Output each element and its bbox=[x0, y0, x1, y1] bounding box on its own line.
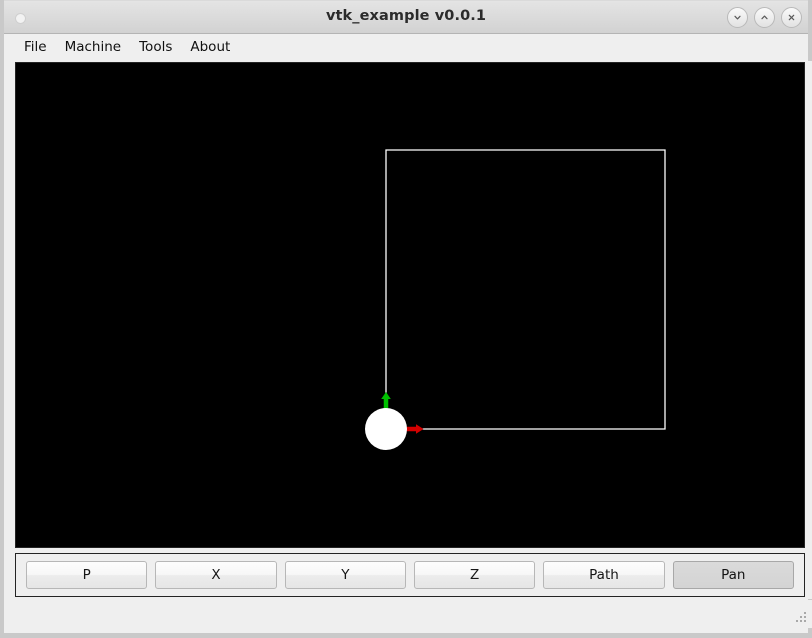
vtk-render-viewport[interactable] bbox=[16, 63, 804, 547]
menu-item-about[interactable]: About bbox=[181, 37, 239, 58]
tool-position-marker bbox=[365, 408, 407, 450]
menu-item-tools[interactable]: Tools bbox=[130, 37, 181, 58]
application-window: vtk_example v0.0.1 File Machine Tools Ab… bbox=[0, 0, 812, 638]
view-button-row: P X Y Z Path Pan bbox=[16, 554, 804, 596]
view-button-panel: P X Y Z Path Pan bbox=[15, 553, 805, 597]
title-bar[interactable]: vtk_example v0.0.1 bbox=[4, 0, 808, 34]
menu-bar: File Machine Tools About bbox=[4, 34, 808, 61]
view-button-z[interactable]: Z bbox=[413, 561, 536, 589]
maximize-button[interactable] bbox=[754, 7, 775, 28]
status-bar bbox=[8, 600, 812, 628]
window-controls bbox=[727, 7, 802, 28]
view-button-y[interactable]: Y bbox=[284, 561, 406, 589]
scene-graphics bbox=[16, 63, 804, 547]
window-title: vtk_example v0.0.1 bbox=[325, 8, 487, 24]
resize-grip[interactable] bbox=[794, 610, 809, 625]
view-button-pan[interactable]: Pan bbox=[672, 561, 794, 589]
view-button-path[interactable]: Path bbox=[543, 561, 665, 589]
view-button-x[interactable]: X bbox=[155, 561, 277, 589]
minimize-button[interactable] bbox=[727, 7, 748, 28]
central-area: P X Y Z Path Pan bbox=[8, 61, 812, 599]
close-button[interactable] bbox=[781, 7, 802, 28]
menu-item-machine[interactable]: Machine bbox=[56, 37, 131, 58]
viewport-frame bbox=[15, 62, 805, 548]
view-button-p[interactable]: P bbox=[26, 561, 148, 589]
menu-item-file[interactable]: File bbox=[15, 37, 56, 58]
